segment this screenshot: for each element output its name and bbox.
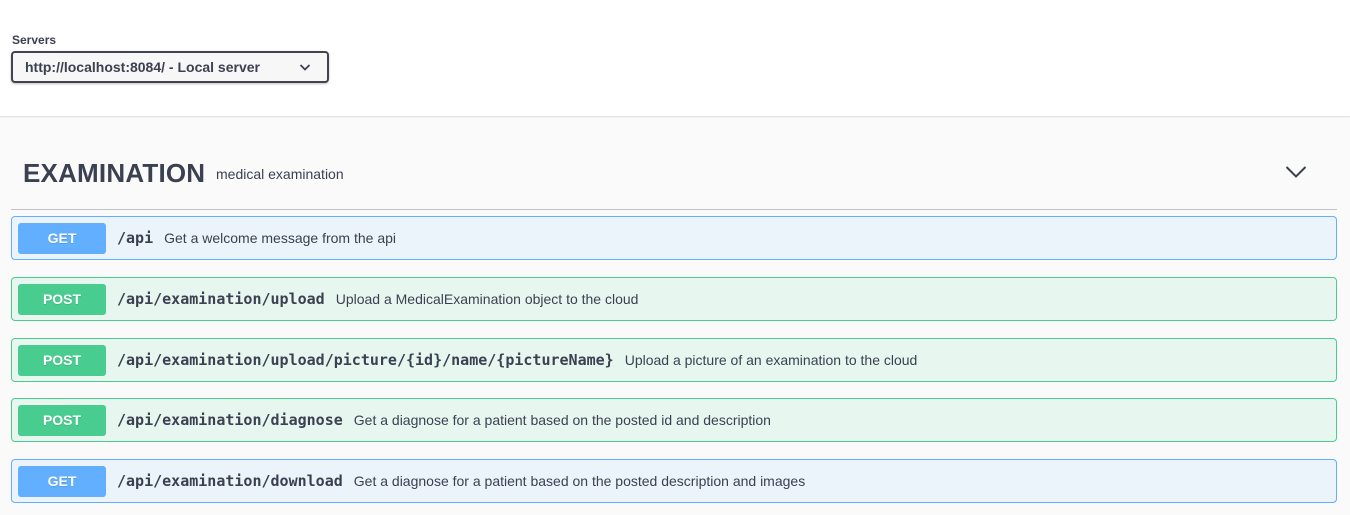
servers-label: Servers	[12, 33, 57, 47]
operation-summary: Get a diagnose for a patient based on th…	[353, 412, 771, 428]
operation-path: /api/examination/upload/picture/{id}/nam…	[117, 351, 614, 369]
operation-get-api[interactable]: GET /api Get a welcome message from the …	[11, 216, 1337, 260]
operation-path: /api/examination/diagnose	[117, 411, 343, 429]
operation-path: /api/examination/upload	[117, 290, 325, 308]
method-badge: GET	[18, 222, 106, 254]
operation-summary: Get a diagnose for a patient based on th…	[353, 473, 806, 489]
operation-summary: Get a welcome message from the api	[164, 230, 397, 246]
operation-path: /api	[117, 229, 154, 247]
server-select[interactable]: http://localhost:8084/ - Local server	[11, 51, 329, 83]
chevron-down-icon	[299, 64, 311, 71]
operation-get-download[interactable]: GET /api/examination/download Get a diag…	[11, 459, 1337, 503]
operation-post-upload-picture[interactable]: POST /api/examination/upload/picture/{id…	[11, 338, 1337, 382]
operation-post-diagnose[interactable]: POST /api/examination/diagnose Get a dia…	[11, 398, 1337, 442]
servers-bar: Servers http://localhost:8084/ - Local s…	[0, 0, 1350, 117]
operation-summary: Upload a MedicalExamination object to th…	[335, 291, 639, 307]
server-select-value: http://localhost:8084/ - Local server	[25, 59, 260, 75]
method-badge: POST	[18, 283, 106, 315]
operation-post-upload[interactable]: POST /api/examination/upload Upload a Me…	[11, 277, 1337, 321]
tag-description: medical examination	[216, 166, 344, 182]
tag-title: EXAMINATION	[23, 158, 206, 188]
method-badge: GET	[18, 465, 106, 497]
tag-header-examination[interactable]: EXAMINATION medical examination	[11, 153, 1337, 210]
operation-summary: Upload a picture of an examination to th…	[624, 352, 918, 368]
operation-path: /api/examination/download	[117, 472, 343, 490]
chevron-down-icon[interactable]	[1285, 165, 1307, 179]
method-badge: POST	[18, 344, 106, 376]
method-badge: POST	[18, 404, 106, 436]
